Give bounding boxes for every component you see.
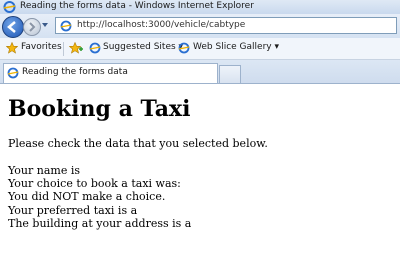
new-tab-button[interactable] <box>219 65 241 83</box>
preferred-taxi-line: Your preferred taxi is a <box>8 204 138 217</box>
back-arrow-icon <box>7 21 16 33</box>
back-button[interactable] <box>2 16 24 38</box>
favorites-bar: Favorites Suggested Sites ▾ Web Slice Ga… <box>0 38 400 60</box>
tab-page-icon <box>7 67 19 79</box>
internet-explorer-icon <box>3 1 16 13</box>
favorites-button[interactable]: Favorites <box>21 42 62 52</box>
tab-reading-forms-data[interactable]: Reading the forms data <box>3 63 218 83</box>
page-heading: Booking a Taxi <box>8 96 191 122</box>
name-line: Your name is <box>8 164 81 177</box>
url-text: http://localhost:3000/vehicle/cabtype <box>77 20 246 30</box>
web-slice-icon <box>178 42 190 54</box>
address-bar[interactable]: http://localhost:3000/vehicle/cabtype <box>55 17 397 34</box>
building-line: The building at your address is a <box>8 217 192 230</box>
recent-pages-dropdown[interactable] <box>42 23 48 27</box>
favorites-separator <box>63 42 64 56</box>
page-icon <box>60 20 72 32</box>
navigation-bar: http://localhost:3000/vehicle/cabtype <box>0 14 400 38</box>
page-content: Booking a Taxi Please check the data tha… <box>0 84 400 260</box>
title-bar: Reading the forms data - Windows Interne… <box>0 0 400 14</box>
intro-text: Please check the data that you selected … <box>8 137 268 150</box>
forward-arrow-icon <box>29 22 36 32</box>
suggested-sites-icon <box>89 42 101 54</box>
web-slice-gallery-button[interactable]: Web Slice Gallery ▾ <box>193 42 279 52</box>
taxi-choice-line: Your choice to book a taxi was: <box>8 177 181 190</box>
tab-title: Reading the forms data <box>22 67 128 77</box>
suggested-sites-button[interactable]: Suggested Sites ▾ <box>103 42 183 52</box>
add-to-favorites-icon[interactable] <box>69 42 83 54</box>
forward-button[interactable] <box>23 18 41 36</box>
tab-bar: Reading the forms data <box>0 60 400 84</box>
window-title: Reading the forms data - Windows Interne… <box>20 1 254 11</box>
no-choice-line: You did NOT make a choice. <box>8 190 166 203</box>
favorites-star-icon <box>6 42 18 54</box>
